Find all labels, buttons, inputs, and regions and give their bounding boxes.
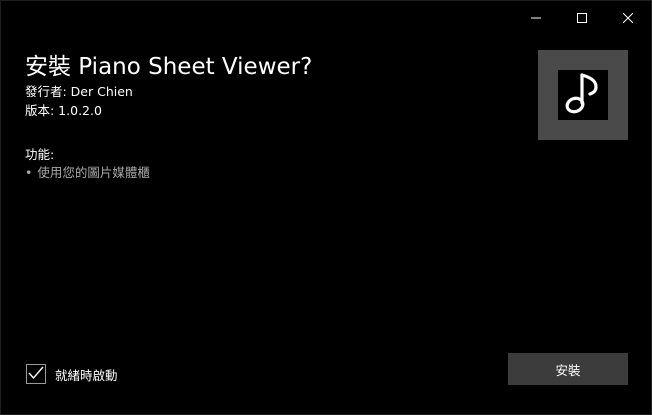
app-icon-background bbox=[558, 70, 608, 120]
close-icon bbox=[623, 13, 633, 23]
music-note-icon bbox=[563, 71, 603, 119]
close-button[interactable] bbox=[605, 1, 651, 35]
caption-buttons bbox=[513, 1, 651, 35]
installer-window: 安裝 Piano Sheet Viewer? 發行者: Der Chien 版本… bbox=[0, 0, 652, 415]
bullet: • bbox=[25, 165, 33, 180]
minimize-icon bbox=[531, 13, 541, 23]
maximize-icon bbox=[577, 13, 587, 23]
capabilities-heading: 功能: bbox=[25, 147, 55, 162]
capabilities-list: • 使用您的圖片媒體櫃 bbox=[25, 164, 150, 182]
capability-item: • 使用您的圖片媒體櫃 bbox=[25, 164, 150, 182]
maximize-button[interactable] bbox=[559, 1, 605, 35]
app-icon-tile bbox=[538, 50, 628, 140]
launch-when-ready-label: 就緒時啟動 bbox=[55, 367, 118, 383]
checkmark-icon bbox=[28, 365, 44, 384]
version-label: 版本: 1.0.2.0 bbox=[25, 103, 102, 118]
capability-label: 使用您的圖片媒體櫃 bbox=[37, 165, 150, 180]
minimize-button[interactable] bbox=[513, 1, 559, 35]
publisher-label: 發行者: Der Chien bbox=[25, 84, 133, 99]
install-title: 安裝 Piano Sheet Viewer? bbox=[25, 54, 313, 80]
launch-when-ready-row[interactable]: 就緒時啟動 bbox=[26, 364, 118, 384]
launch-when-ready-checkbox[interactable] bbox=[26, 364, 46, 384]
install-button[interactable]: 安裝 bbox=[508, 353, 628, 385]
